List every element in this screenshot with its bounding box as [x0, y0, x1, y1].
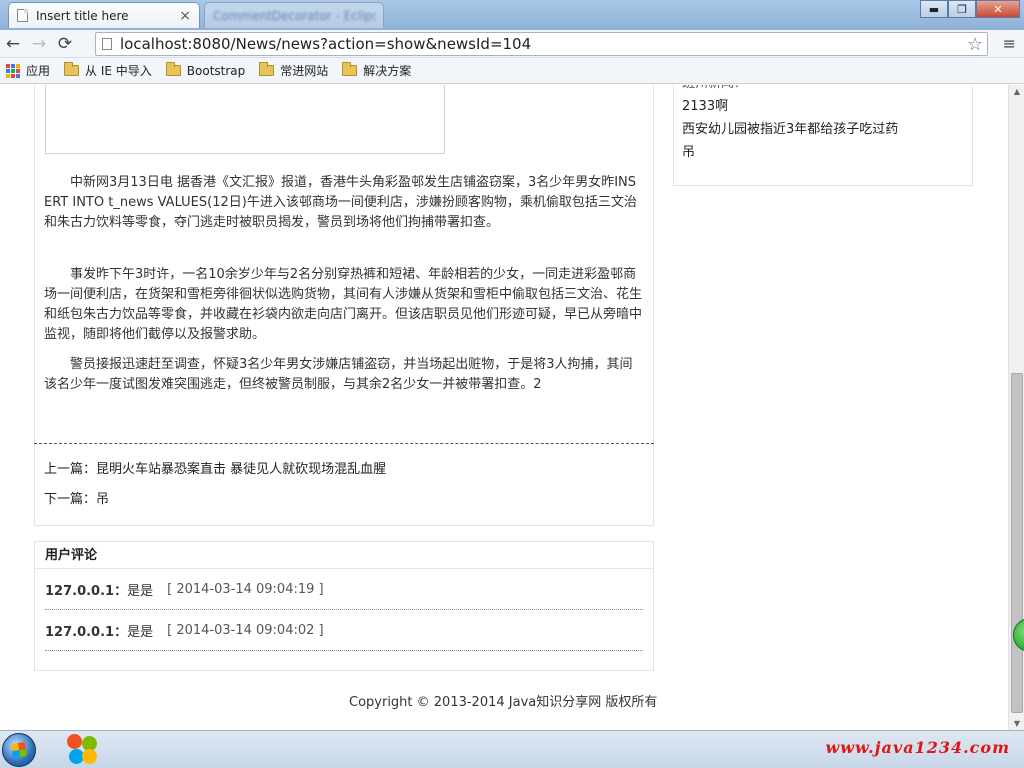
article-image [45, 85, 445, 154]
scroll-up-icon[interactable]: ▲ [1012, 87, 1022, 96]
bookmark-bootstrap[interactable]: Bootstrap [165, 62, 246, 78]
bookmark-label: 常进网站 [280, 64, 329, 78]
taskbar-app-icon[interactable] [67, 734, 99, 766]
comment-time: [ 2014-03-14 09:04:19 ] [167, 581, 324, 597]
page-icon [102, 38, 112, 50]
bookmarks-bar: 应用 从 IE 中导入 Bootstrap 常进网站 解决方案 [0, 58, 1024, 84]
prev-next-nav: 上一篇：昆明火车站暴恐案直击 暴徒见人就砍现场混乱血腥 下一篇：吊 [44, 455, 386, 515]
page-viewport: 中新网3月13日电 据香港《文汇报》报道，香港牛头角彩盈邨发生店铺盗窃案，3名少… [0, 85, 1008, 730]
close-tab-icon[interactable]: × [179, 8, 191, 24]
page-icon [17, 9, 28, 22]
back-arrow-icon[interactable]: ← [0, 31, 26, 57]
comments-title: 用户评论 [35, 542, 653, 569]
bookmark-solutions[interactable]: 解决方案 [342, 62, 411, 79]
os-taskbar: www.java1234.com [0, 730, 1024, 768]
close-window-button[interactable]: ✕ [976, 0, 1020, 18]
browser-toolbar: ← → ⟳ localhost:8080/News/news?action=sh… [0, 30, 1024, 58]
bookmark-label: Bootstrap [186, 63, 246, 78]
folder-icon [64, 62, 80, 76]
apps-icon [6, 63, 20, 78]
bookmark-star-icon[interactable]: ☆ [967, 34, 983, 55]
tab-inactive[interactable]: CommentDecorator - Eclipse [204, 2, 384, 28]
forward-arrow-icon[interactable]: → [26, 31, 52, 57]
window-controls: ▬ ❐ ✕ [920, 0, 1020, 18]
bookmark-apps[interactable]: 应用 [6, 62, 50, 79]
next-article-link[interactable]: 吊 [96, 492, 109, 507]
bookmark-frequent-sites[interactable]: 常进网站 [259, 62, 328, 79]
folder-icon [165, 62, 181, 76]
tab-title-inactive: CommentDecorator - Eclipse [213, 8, 375, 23]
comment-item: 127.0.0.1： 是是 [ 2014-03-14 09:04:02 ] [45, 610, 643, 651]
prev-article-link[interactable]: 昆明火车站暴恐案直击 暴徒见人就砍现场混乱血腥 [96, 462, 386, 477]
folder-icon [259, 62, 275, 76]
scroll-thumb[interactable] [1011, 373, 1023, 713]
menu-icon[interactable]: ≡ [1003, 34, 1016, 53]
next-label: 下一篇： [44, 492, 97, 507]
minimize-button[interactable]: ▬ [920, 0, 948, 18]
comment-text: 是是 [127, 583, 154, 599]
divider [34, 443, 654, 444]
url-text: localhost:8080/News/news?action=show&new… [120, 35, 532, 53]
comment-item: 127.0.0.1： 是是 [ 2014-03-14 09:04:19 ] [45, 569, 643, 610]
browser-title-bar: Insert title here × CommentDecorator - E… [0, 0, 1024, 30]
sidebar-news-link[interactable]: 2133啊 [682, 95, 898, 118]
prev-label: 上一篇： [44, 462, 97, 477]
site-watermark: www.java1234.com [825, 738, 1010, 757]
page-footer: Copyright © 2013-2014 Java知识分享网 版权所有 [349, 695, 658, 710]
article-body: 中新网3月13日电 据香港《文汇报》报道，香港牛头角彩盈邨发生店铺盗窃案，3名少… [44, 173, 642, 405]
sidebar-news-link[interactable]: 班州新闻？ [682, 85, 898, 95]
bookmark-ie-import[interactable]: 从 IE 中导入 [64, 62, 152, 79]
bookmark-label: 从 IE 中导入 [85, 64, 152, 78]
next-article: 下一篇：吊 [44, 485, 386, 515]
article-paragraph: 中新网3月13日电 据香港《文汇报》报道，香港牛头角彩盈邨发生店铺盗窃案，3名少… [44, 175, 637, 230]
reload-icon[interactable]: ⟳ [52, 31, 78, 57]
comments-panel: 用户评论 127.0.0.1： 是是 [ 2014-03-14 09:04:19… [34, 541, 654, 671]
article-paragraph: 警员接报迅速赶至调查，怀疑3名少年男女涉嫌店铺盗窃，并当场起出赃物，于是将3人拘… [44, 357, 633, 392]
bookmark-label: 解决方案 [363, 64, 412, 78]
start-button[interactable] [2, 733, 36, 767]
comment-ip: 127.0.0.1： [45, 624, 128, 640]
sidebar-news-list: 班州新闻？ 2133啊 西安幼儿园被指近3年都给孩子吃过药 吊 [682, 85, 898, 164]
sidebar-news-link[interactable]: 吊 [682, 141, 898, 164]
tab-active[interactable]: Insert title here × [8, 2, 200, 28]
sidebar-news-link[interactable]: 西安幼儿园被指近3年都给孩子吃过药 [682, 118, 898, 141]
address-bar[interactable]: localhost:8080/News/news?action=show&new… [95, 32, 988, 56]
tab-title: Insert title here [36, 8, 129, 23]
bookmark-label: 应用 [26, 64, 51, 78]
folder-icon [342, 62, 358, 76]
article-paragraph: 事发昨下午3时许，一名10余岁少年与2名分别穿热裤和短裙、年龄相若的少女，一同走… [44, 267, 643, 342]
prev-article: 上一篇：昆明火车站暴恐案直击 暴徒见人就砍现场混乱血腥 [44, 455, 386, 485]
scroll-down-icon[interactable]: ▼ [1012, 719, 1022, 728]
comment-time: [ 2014-03-14 09:04:02 ] [167, 622, 324, 638]
comment-ip: 127.0.0.1： [45, 583, 128, 599]
comment-text: 是是 [127, 624, 154, 640]
maximize-button[interactable]: ❐ [948, 0, 976, 18]
